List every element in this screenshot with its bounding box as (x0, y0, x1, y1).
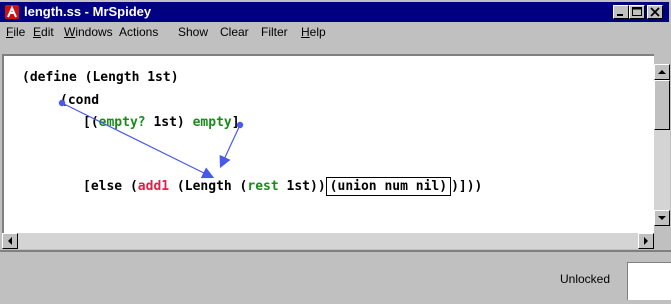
vertical-scroll-thumb[interactable] (654, 80, 670, 130)
maximize-icon (632, 7, 642, 16)
menu-show[interactable]: Show (178, 25, 208, 39)
menu-file[interactable]: File (6, 25, 25, 39)
status-divider (0, 250, 671, 252)
else-keyword: [else ( (83, 179, 138, 194)
close-button[interactable] (647, 5, 663, 19)
menu-help[interactable]: Help (301, 25, 326, 39)
minimize-icon (617, 14, 623, 16)
length-call[interactable]: (Length ( (169, 179, 247, 194)
empty-predicate-arg: 1st) (145, 115, 193, 130)
horizontal-scroll-track[interactable] (18, 233, 638, 249)
code-line-else-clause: [else (add1 (Length (rest 1st)) (union nu… (83, 177, 483, 196)
menu-clear[interactable]: Clear (220, 25, 249, 39)
empty-value[interactable]: empty (193, 115, 232, 130)
menu-windows[interactable]: Windows (64, 25, 113, 39)
scroll-right-button[interactable] (638, 233, 654, 249)
menu-bar: File Edit Windows Actions Show Clear Fil… (0, 22, 669, 42)
vertical-scrollbar[interactable] (654, 54, 671, 234)
type-annotation-box[interactable]: (union num nil) (325, 177, 452, 196)
rest-call[interactable]: rest (247, 179, 278, 194)
code-editor[interactable]: (define (Length 1st) (cond [(empty? 1st)… (2, 54, 654, 234)
lock-status-label: Unlocked (560, 272, 611, 286)
window-title: length.ss - MrSpidey (24, 4, 152, 19)
menu-filter[interactable]: Filter (261, 25, 288, 39)
horizontal-scrollbar[interactable] (2, 233, 654, 249)
minimize-button[interactable] (613, 5, 629, 19)
empty-predicate[interactable]: empty? (99, 115, 146, 130)
clause-open[interactable]: [( (83, 115, 99, 130)
code-line-cond: (cond (60, 93, 99, 109)
code-line-define: (define (Length 1st) (22, 70, 179, 85)
mrspidey-window: length.ss - MrSpidey File Edit Windows A… (0, 0, 671, 304)
arrow-empty-to-add1 (219, 124, 241, 169)
cond-open-paren[interactable]: ( (60, 93, 68, 108)
arrow-right-icon (644, 237, 648, 245)
cond-keyword: cond (67, 93, 100, 108)
lock-status-box[interactable] (627, 262, 671, 300)
closing-parens: )])) (451, 179, 483, 194)
clause-close: ] (231, 115, 240, 130)
rest-arg: 1st)) (278, 179, 326, 194)
arrow-down-icon (658, 216, 666, 220)
arrow-up-icon (658, 70, 666, 74)
maximize-button[interactable] (629, 5, 645, 19)
scroll-down-button[interactable] (654, 210, 670, 226)
menu-actions[interactable]: Actions (119, 25, 158, 39)
code-line-empty-clause: [(empty? 1st) empty] (83, 115, 240, 131)
close-icon (650, 7, 660, 17)
menu-edit[interactable]: Edit (33, 25, 54, 39)
scroll-up-button[interactable] (654, 64, 670, 80)
add1-call[interactable]: add1 (138, 179, 169, 194)
title-bar[interactable]: length.ss - MrSpidey (0, 2, 669, 22)
arrow-left-icon (8, 237, 12, 245)
app-icon[interactable] (5, 5, 19, 19)
scroll-left-button[interactable] (2, 233, 18, 249)
